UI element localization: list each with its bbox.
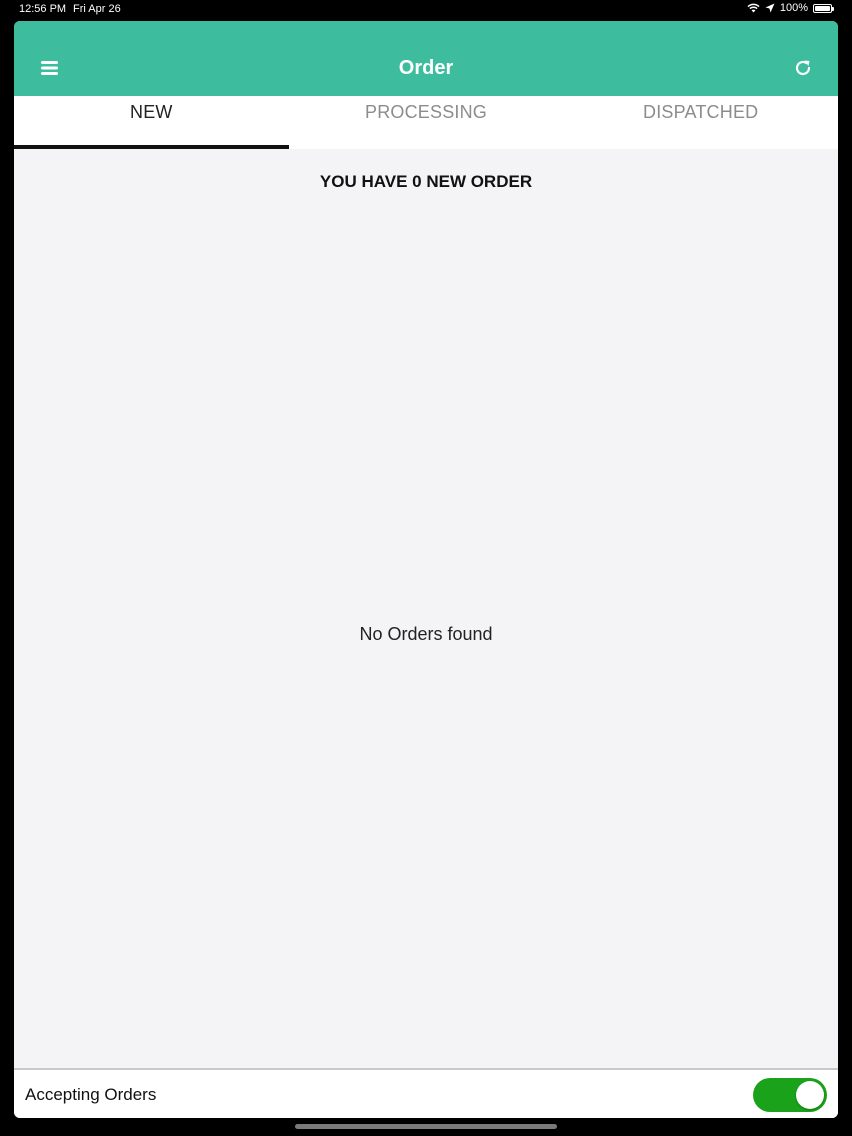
location-arrow-icon (765, 3, 775, 13)
toggle-knob (796, 1081, 824, 1109)
empty-state-message: No Orders found (359, 624, 493, 644)
app-window: Order NEW PROCESSING DISPATCHED YOU HAVE… (14, 21, 838, 1118)
page-title: Order (398, 57, 454, 79)
tab-processing[interactable]: PROCESSING (289, 96, 564, 149)
status-date: Fri Apr 26 (73, 3, 121, 15)
home-indicator[interactable] (295, 1124, 557, 1129)
tab-new[interactable]: NEW (14, 96, 289, 149)
refresh-icon (795, 60, 811, 76)
wifi-icon (747, 3, 760, 13)
status-bar: 12:56 PM Fri Apr 26 100% (0, 0, 852, 20)
accepting-orders-label: Accepting Orders (25, 1085, 157, 1104)
footer-bar: Accepting Orders (14, 1068, 838, 1118)
status-time: 12:56 PM (19, 3, 67, 15)
order-count-heading: YOU HAVE 0 NEW ORDER (319, 172, 533, 191)
battery-percent: 100% (779, 2, 808, 14)
battery-icon (813, 3, 834, 13)
accepting-orders-toggle[interactable] (753, 1078, 827, 1112)
app-header: Order (14, 21, 838, 96)
tab-dispatched[interactable]: DISPATCHED (563, 96, 838, 149)
order-tabs: NEW PROCESSING DISPATCHED (14, 96, 838, 149)
status-right: 100% (747, 2, 834, 14)
refresh-button[interactable] (792, 57, 814, 79)
